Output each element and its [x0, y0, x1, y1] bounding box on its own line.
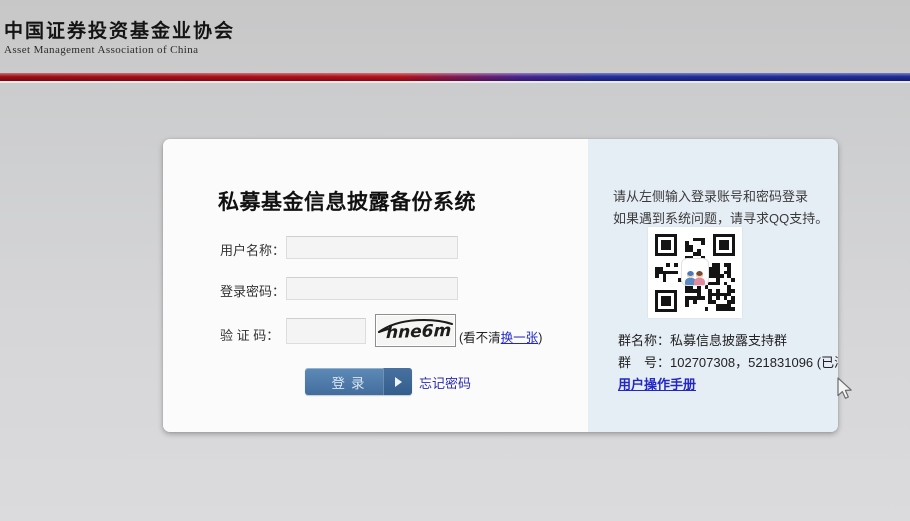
login-button-label: 登录 [305, 372, 383, 392]
play-arrow-icon [395, 377, 402, 387]
group-name-label: 群名称： [618, 333, 670, 348]
captcha-hint: (看不清换一张) [459, 327, 542, 346]
captcha-text: hne6m [386, 321, 452, 343]
forgot-password-link[interactable]: 忘记密码 [419, 373, 471, 392]
password-input[interactable] [286, 277, 458, 300]
system-title: 私募基金信息披露备份系统 [218, 186, 476, 216]
login-button-arrow [383, 368, 412, 395]
group-number-label: 群 号： [618, 355, 670, 370]
logo-title: 中国证券投资基金业协会 [4, 16, 235, 43]
page: 中国证券投资基金业协会 Asset Management Association… [0, 0, 910, 521]
captcha-image: hne6m [375, 314, 456, 347]
qr-finder-top-right [713, 234, 735, 256]
user-manual-link[interactable]: 用户操作手册 [618, 374, 696, 393]
qq-group-qr-code [648, 227, 742, 318]
group-name-value: 私募信息披露支持群 [670, 333, 787, 348]
captcha-label: 验 证 码： [220, 325, 279, 344]
amac-logo: 中国证券投资基金业协会 Asset Management Association… [4, 16, 235, 56]
captcha-refresh-link[interactable]: 换一张 [501, 331, 539, 345]
username-label: 用户名称： [220, 240, 285, 259]
avatar-person-right [694, 271, 705, 285]
login-card: 私募基金信息披露备份系统 用户名称： 登录密码： 验 证 码： hne6m (看… [163, 139, 838, 432]
qq-group-avatar-icon [682, 259, 708, 285]
captcha-hint-prefix: (看不清 [459, 331, 501, 345]
group-name-row: 群名称：私募信息披露支持群 [618, 330, 787, 349]
group-number-value: 102707308，521831096 (已满) [670, 355, 838, 370]
captcha-hint-suffix: ) [538, 331, 542, 345]
logo-subtitle: Asset Management Association of China [4, 44, 235, 56]
login-form-section: 私募基金信息披露备份系统 用户名称： 登录密码： 验 证 码： hne6m (看… [163, 139, 588, 432]
instruction-line-1: 请从左侧输入登录账号和密码登录 [613, 186, 808, 205]
password-label: 登录密码： [220, 281, 285, 300]
support-panel: 请从左侧输入登录账号和密码登录 如果遇到系统问题，请寻求QQ支持。 群名称：私募… [588, 139, 838, 432]
qr-finder-bottom-left [655, 290, 677, 312]
site-header: 中国证券投资基金业协会 Asset Management Association… [0, 0, 910, 73]
captcha-input[interactable] [286, 318, 366, 344]
instruction-line-2: 如果遇到系统问题，请寻求QQ支持。 [613, 208, 828, 227]
username-input[interactable] [286, 236, 458, 259]
group-number-row: 群 号：102707308，521831096 (已满) [618, 352, 838, 371]
main-content: 私募基金信息披露备份系统 用户名称： 登录密码： 验 证 码： hne6m (看… [0, 83, 910, 521]
qr-finder-top-left [655, 234, 677, 256]
login-button[interactable]: 登录 [305, 368, 412, 395]
red-blue-banner [0, 73, 910, 81]
